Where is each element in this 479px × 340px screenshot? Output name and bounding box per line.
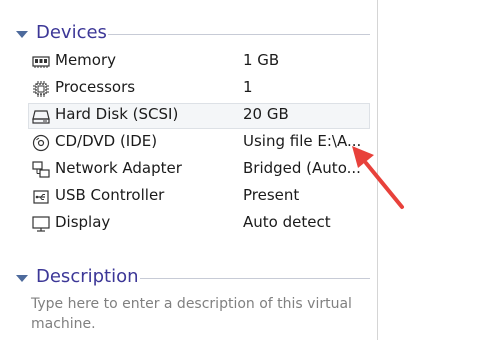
description-section-title: Description — [36, 266, 139, 287]
description-input[interactable]: Type here to enter a description of this… — [31, 294, 371, 334]
vm-details-panel: Devices Memory 1 GB Processors 1 Hard Di… — [0, 0, 377, 340]
processor-icon — [33, 81, 49, 97]
device-value: 1 GB — [243, 51, 280, 69]
devices-section-title: Devices — [36, 22, 107, 43]
device-name: Network Adapter — [55, 159, 182, 177]
device-name: Hard Disk (SCSI) — [55, 105, 179, 123]
device-row-network-adapter[interactable]: Network Adapter Bridged (Auto... — [28, 157, 370, 183]
device-value: Using file E:\A... — [243, 132, 362, 150]
hard-disk-icon — [32, 110, 50, 124]
device-value: 1 — [243, 78, 253, 96]
device-value: Present — [243, 186, 300, 204]
device-value: Bridged (Auto... — [243, 159, 361, 177]
collapse-triangle-icon[interactable] — [16, 275, 28, 282]
device-value: Auto detect — [243, 213, 331, 231]
description-section-header[interactable]: Description — [0, 264, 377, 292]
device-name: CD/DVD (IDE) — [55, 132, 158, 150]
device-row-processors[interactable]: Processors 1 — [28, 76, 370, 102]
devices-section-header[interactable]: Devices — [0, 20, 377, 48]
device-name: USB Controller — [55, 186, 165, 204]
usb-icon — [33, 190, 49, 204]
display-icon — [32, 216, 50, 232]
cd-dvd-icon — [32, 134, 50, 152]
device-value: 20 GB — [243, 105, 289, 123]
device-row-usb-controller[interactable]: USB Controller Present — [28, 184, 370, 210]
device-name: Memory — [55, 51, 117, 69]
collapse-triangle-icon[interactable] — [16, 31, 28, 38]
memory-icon — [32, 56, 50, 68]
device-row-hard-disk[interactable]: Hard Disk (SCSI) 20 GB — [28, 103, 370, 129]
network-adapter-icon — [32, 161, 50, 178]
device-row-display[interactable]: Display Auto detect — [28, 211, 370, 237]
device-name: Display — [55, 213, 111, 231]
panel-divider — [377, 0, 378, 340]
device-row-cd-dvd[interactable]: CD/DVD (IDE) Using file E:\A... — [28, 130, 370, 156]
description-section-divider — [140, 278, 370, 279]
devices-section-divider — [108, 34, 370, 35]
device-row-memory[interactable]: Memory 1 GB — [28, 49, 370, 75]
device-name: Processors — [55, 78, 136, 96]
